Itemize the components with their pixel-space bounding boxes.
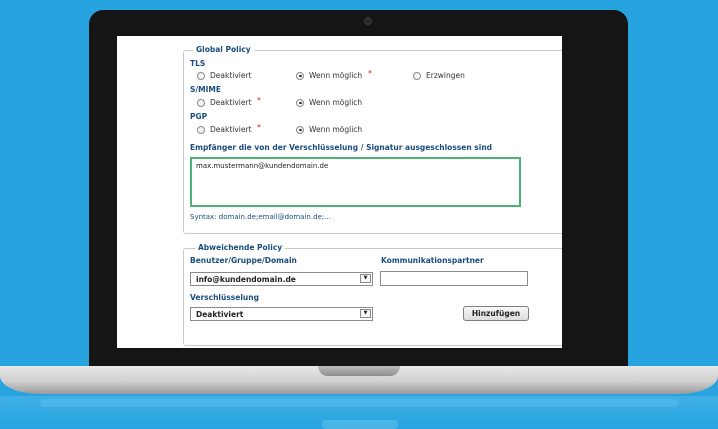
radio-selected-icon bbox=[296, 71, 304, 80]
partner-label: Kommunikationspartner bbox=[381, 256, 484, 265]
tls-option-deaktiviert[interactable]: Deaktiviert bbox=[197, 71, 252, 80]
screen: Global Policy TLS Deaktiviert Wenn mögli… bbox=[117, 36, 562, 348]
tls-label: TLS bbox=[190, 59, 206, 68]
required-mark: * bbox=[368, 69, 372, 78]
required-mark: * bbox=[257, 123, 261, 132]
radio-icon bbox=[413, 71, 421, 80]
radio-icon bbox=[197, 125, 205, 134]
reflection-highlight bbox=[40, 399, 678, 407]
exclusions-textarea[interactable]: max.mustermann@kundendomain.de bbox=[190, 157, 521, 207]
encryption-label: Verschlüsselung bbox=[190, 293, 259, 302]
pgp-option-wenn-moeglich[interactable]: Wenn möglich bbox=[296, 125, 362, 134]
radio-selected-icon bbox=[296, 98, 304, 107]
pgp-label: PGP bbox=[190, 112, 208, 121]
smime-label: S/MIME bbox=[190, 85, 221, 94]
encryption-value: Deaktiviert bbox=[196, 310, 244, 319]
radio-icon bbox=[197, 98, 205, 107]
chevron-down-icon[interactable]: ▼ bbox=[360, 309, 371, 318]
user-group-domain-label: Benutzer/Gruppe/Domain bbox=[190, 256, 297, 265]
encryption-select[interactable]: Deaktiviert ▼ bbox=[190, 307, 373, 321]
add-button[interactable]: Hinzufügen bbox=[463, 306, 529, 321]
tls-option-wenn-moeglich[interactable]: Wenn möglich bbox=[296, 71, 362, 80]
user-group-domain-value: info@kundendomain.de bbox=[196, 275, 296, 284]
tls-option-erzwingen[interactable]: Erzwingen bbox=[413, 71, 465, 80]
exclusions-label: Empfänger die von der Verschlüsselung / … bbox=[190, 143, 493, 152]
chevron-down-icon[interactable]: ▼ bbox=[360, 274, 371, 283]
radio-icon bbox=[197, 71, 205, 80]
laptop-notch bbox=[318, 366, 400, 376]
pgp-option-deaktiviert[interactable]: Deaktiviert bbox=[197, 125, 252, 134]
reflection-highlight bbox=[322, 420, 398, 429]
radio-selected-icon bbox=[296, 125, 304, 134]
smime-option-wenn-moeglich[interactable]: Wenn möglich bbox=[296, 98, 362, 107]
abweichende-policy-legend: Abweichende Policy bbox=[195, 243, 286, 252]
user-group-domain-select[interactable]: info@kundendomain.de ▼ bbox=[190, 272, 373, 286]
smime-option-deaktiviert[interactable]: Deaktiviert bbox=[197, 98, 252, 107]
required-mark: * bbox=[257, 96, 261, 105]
syntax-hint: Syntax: domain.de;email@domain.de;... bbox=[190, 213, 331, 221]
camera-icon bbox=[364, 17, 372, 25]
global-policy-legend: Global Policy bbox=[193, 45, 254, 54]
partner-input[interactable] bbox=[380, 271, 528, 286]
